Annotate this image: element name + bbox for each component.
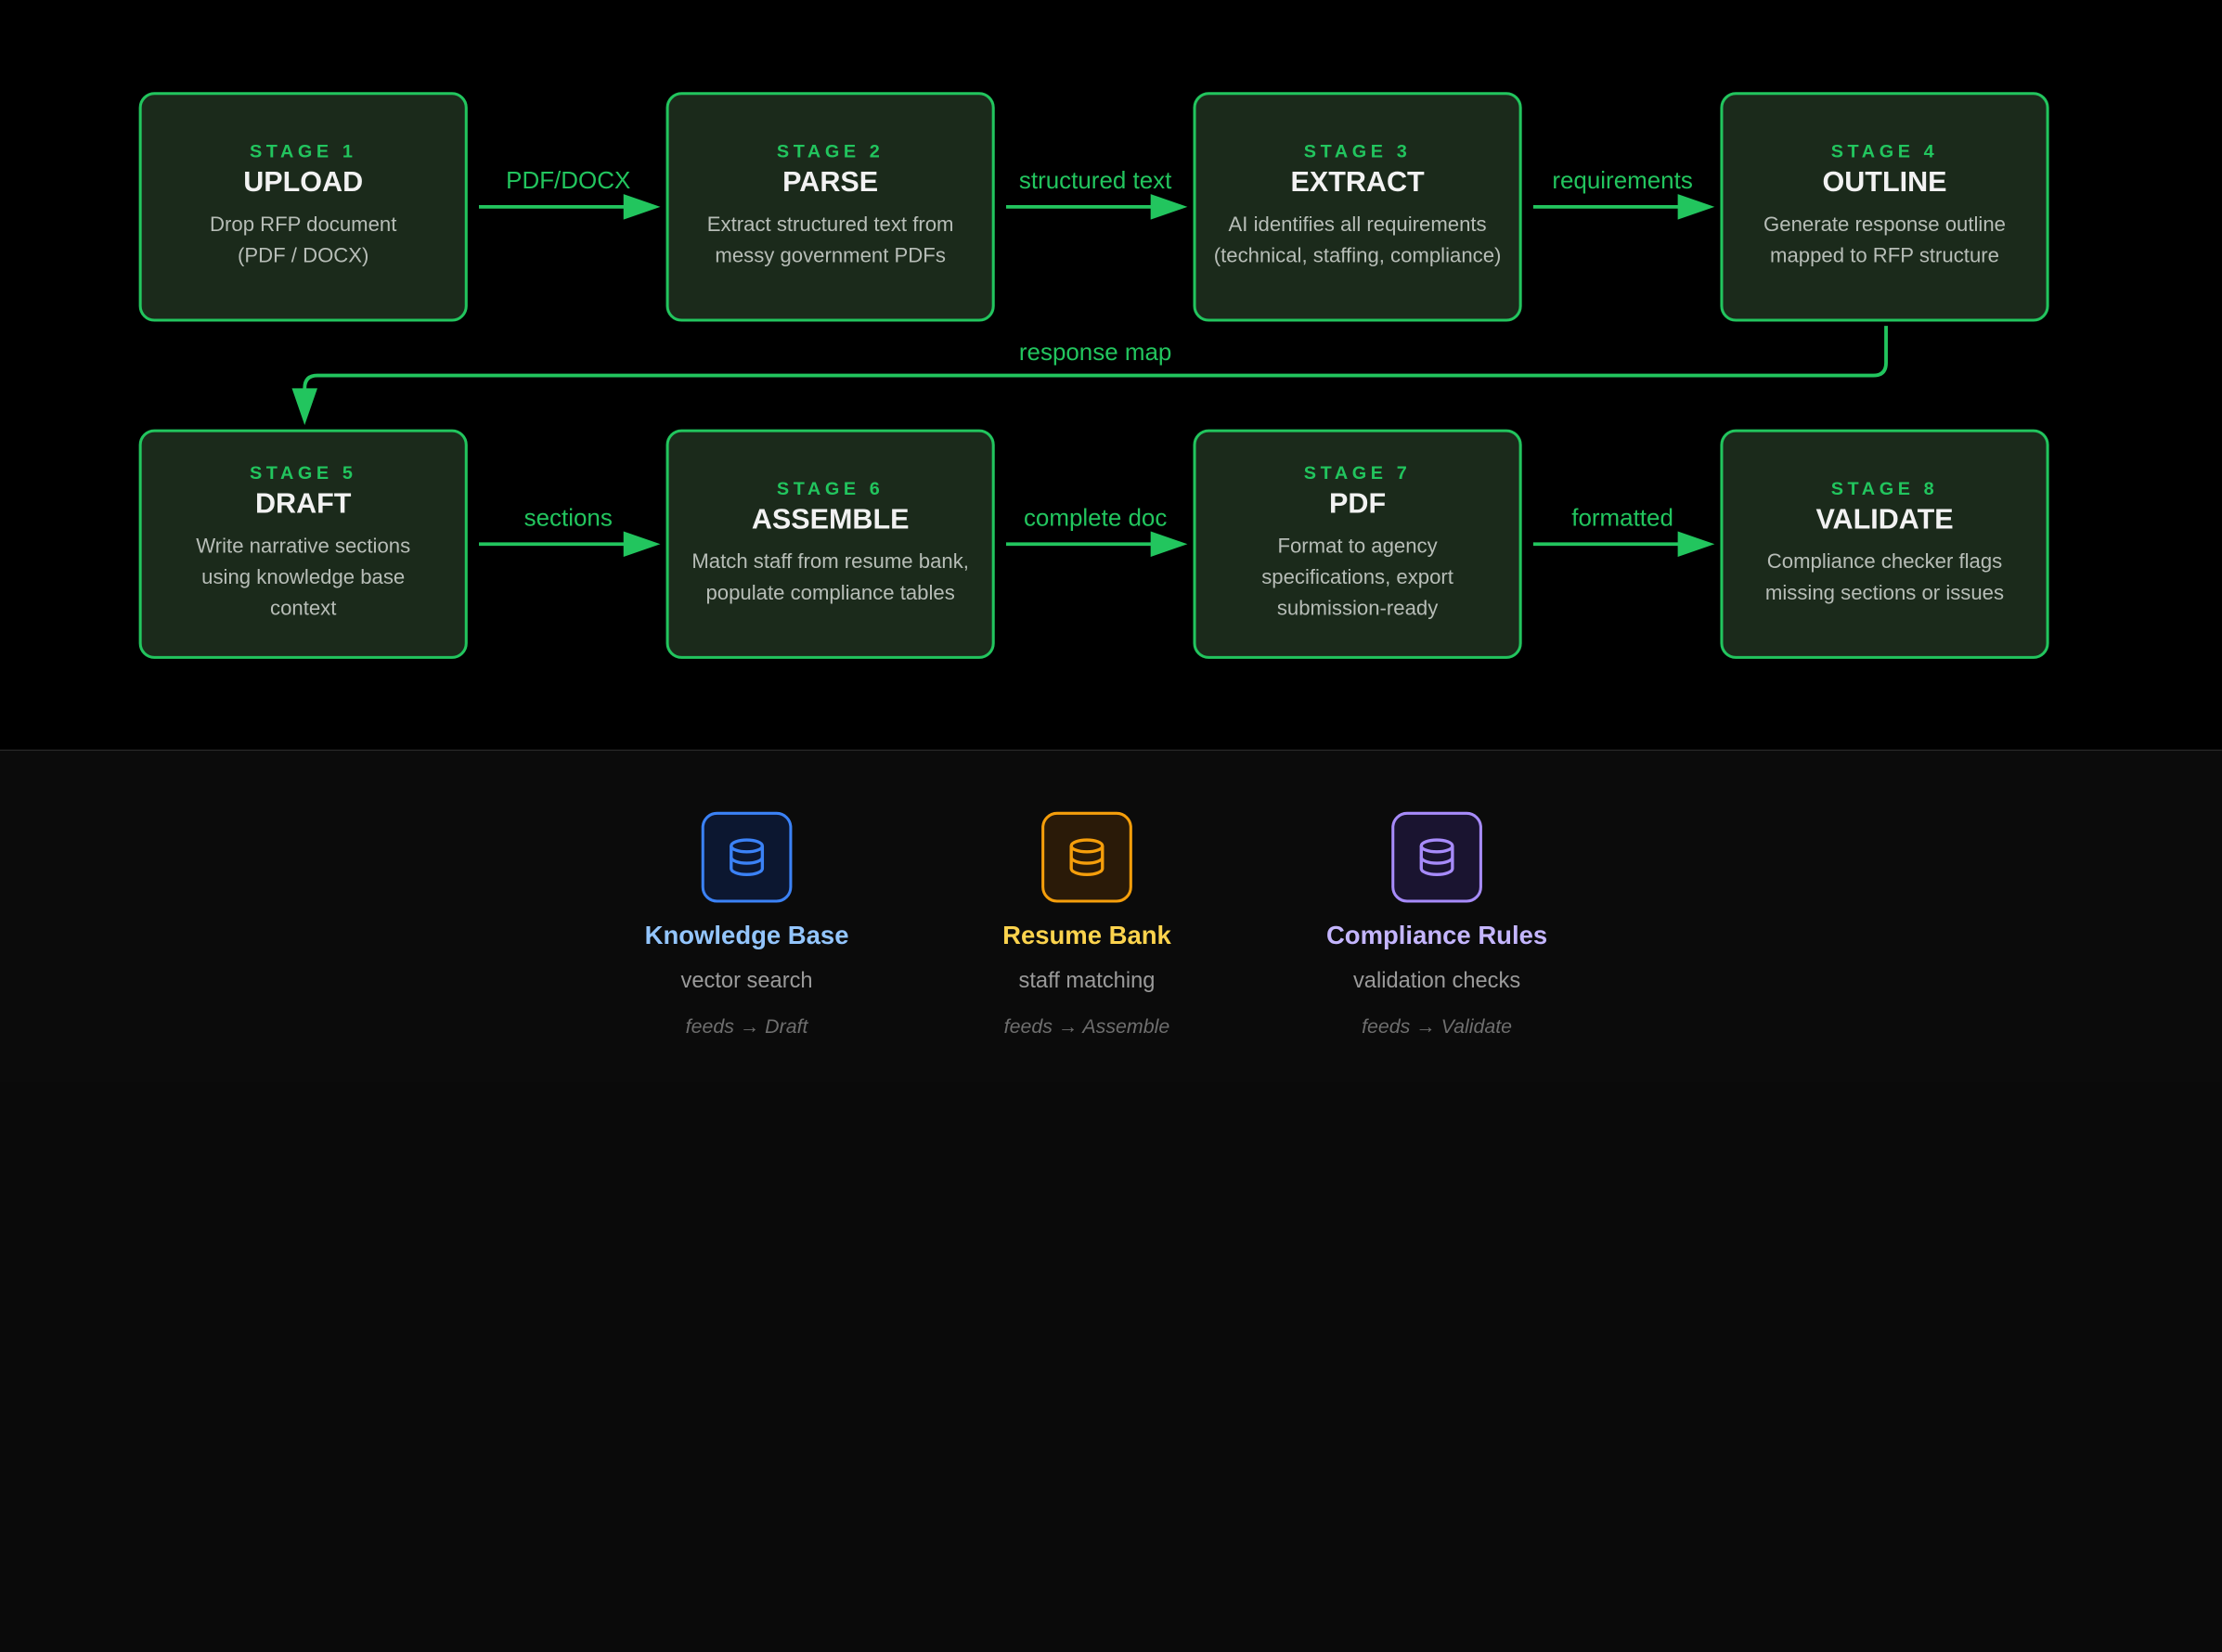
store-feeds: feeds → Assemble	[1003, 1013, 1170, 1037]
edge-arrowhead-3-4	[1677, 194, 1715, 220]
edge-arrowhead-7-8	[1677, 531, 1715, 557]
stage-title: PDF	[1329, 488, 1387, 521]
stage-number: STAGE 3	[1303, 140, 1412, 162]
pipeline-diagram: PDF/DOCX structured text requirements re…	[0, 0, 2222, 1652]
stage-description: AI identifies all requirements (technica…	[1213, 213, 1502, 268]
database-glyph	[1069, 838, 1105, 876]
edge-arrowhead-2-3	[1150, 194, 1188, 220]
stage-outline: STAGE 4 OUTLINE Generate response outlin…	[1720, 92, 2049, 322]
edge-arrowhead-5-6	[623, 531, 661, 557]
store-description: validation checks	[1352, 969, 1521, 994]
store-feeds: feeds → Draft	[685, 1013, 808, 1037]
stage-upload: STAGE 1 UPLOAD Drop RFP document (PDF / …	[138, 92, 468, 322]
edge-label-2-3: structured text	[1018, 167, 1172, 195]
edge-label-6-7: complete doc	[1023, 504, 1168, 532]
stage-parse: STAGE 2 PARSE Extract structured text fr…	[665, 92, 995, 322]
store-description: staff matching	[1018, 969, 1156, 994]
stage-title: ASSEMBLE	[751, 504, 910, 536]
edge-label-4-5: response map	[1018, 338, 1172, 366]
stage-title: OUTLINE	[1822, 167, 1947, 199]
edge-arrowhead-1-2	[623, 194, 661, 220]
database-icon	[1391, 811, 1482, 903]
stage-title: VALIDATE	[1815, 504, 1954, 536]
stage-number: STAGE 8	[1830, 477, 1939, 499]
stage-number: STAGE 4	[1830, 140, 1939, 162]
stage-number: STAGE 2	[776, 140, 885, 162]
store-description: vector search	[680, 969, 813, 994]
stage-description: Extract structured text from messy gover…	[706, 213, 954, 268]
store-knowledge-base: Knowledge Base vector search feeds → Dra…	[576, 811, 916, 1037]
stage-extract: STAGE 3 EXTRACT AI identifies all requir…	[1193, 92, 1522, 322]
stage-number: STAGE 6	[776, 477, 885, 499]
stage-validate: STAGE 8 VALIDATE Compliance checker flag…	[1720, 429, 2049, 659]
database-icon	[1041, 811, 1132, 903]
edge-arrowhead-4-5	[291, 388, 317, 426]
store-compliance-rules: Compliance Rules validation checks feeds…	[1267, 811, 1607, 1037]
store-feeds: feeds → Validate	[1362, 1013, 1513, 1037]
stage-description: Format to agency specifications, export …	[1261, 536, 1453, 621]
database-icon	[701, 811, 793, 903]
edge-label-5-6: sections	[523, 504, 613, 532]
store-name: Knowledge Base	[644, 921, 849, 949]
stage-description: Write narrative sections using knowledge…	[196, 536, 411, 621]
database-glyph	[730, 838, 765, 876]
stage-draft: STAGE 5 DRAFT Write narrative sections u…	[138, 429, 468, 659]
edge-label-7-8: formatted	[1571, 504, 1673, 532]
edge-arrowhead-6-7	[1150, 531, 1188, 557]
stage-number: STAGE 5	[249, 461, 357, 484]
stage-description: Drop RFP document (PDF / DOCX)	[210, 213, 397, 268]
store-name: Compliance Rules	[1325, 921, 1548, 949]
edge-label-3-4: requirements	[1552, 167, 1693, 195]
edge-label-1-2: PDF/DOCX	[506, 167, 631, 195]
stage-description: Generate response outline mapped to RFP …	[1763, 213, 2006, 268]
stage-pdf: STAGE 7 PDF Format to agency specificati…	[1193, 429, 1522, 659]
store-name: Resume Bank	[1002, 921, 1171, 949]
stage-title: DRAFT	[254, 488, 352, 521]
stage-title: EXTRACT	[1290, 167, 1425, 199]
database-glyph	[1419, 838, 1454, 876]
stage-title: PARSE	[782, 167, 879, 199]
store-resume-bank: Resume Bank staff matching feeds → Assem…	[917, 811, 1257, 1037]
stage-assemble: STAGE 6 ASSEMBLE Match staff from resume…	[665, 429, 995, 659]
stage-description: Compliance checker flags missing section…	[1764, 550, 2005, 605]
stage-description: Match staff from resume bank, populate c…	[691, 550, 969, 605]
stage-number: STAGE 1	[249, 140, 357, 162]
stage-title: UPLOAD	[243, 167, 364, 199]
stage-number: STAGE 7	[1303, 461, 1412, 484]
